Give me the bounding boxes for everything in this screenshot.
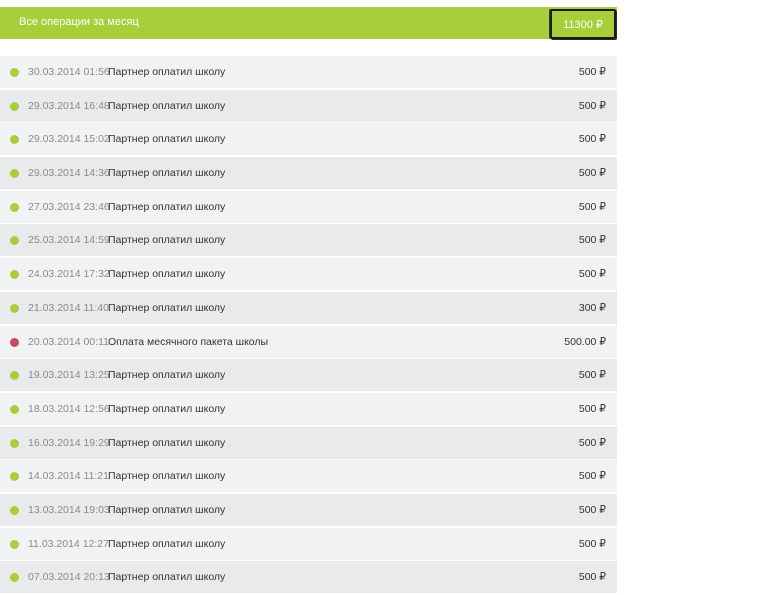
credit-status-dot-icon: [10, 101, 19, 111]
transaction-date: 29.03.2014 15:02: [28, 133, 110, 146]
transaction-description: Партнер оплатил школу: [108, 402, 226, 415]
transaction-date: 07.03.2014 20:13: [28, 571, 110, 584]
transaction-row: 30.03.2014 01:56 Партнер оплатил школу 500…: [0, 56, 617, 88]
transaction-date: 14.03.2014 11:21: [28, 470, 109, 483]
credit-status-dot-icon: [10, 303, 19, 313]
transaction-date: 24.03.2014 17:32: [28, 268, 110, 281]
transaction-row: 13.03.2014 19:03 Партнер оплатил школу 500…: [0, 493, 617, 526]
transaction-list: 30.03.2014 01:56 Партнер оплатил школу 500…: [0, 56, 617, 595]
transaction-row: 24.03.2014 17:32 Партнер оплатил школу 500…: [0, 258, 617, 291]
transaction-date: 27.03.2014 23:46: [28, 200, 110, 213]
debit-status-dot-icon: [10, 337, 19, 347]
credit-status-dot-icon: [10, 68, 19, 77]
credit-status-dot-icon: [10, 270, 19, 280]
transaction-date: 16.03.2014 19:29: [28, 436, 110, 449]
transaction-description: Партнер оплатил школу: [108, 200, 226, 213]
transaction-amount: 500 ₽: [578, 402, 606, 415]
transaction-row: 29.03.2014 14:36 Партнер оплатил школу 500…: [0, 157, 617, 190]
transaction-description: Партнер оплатил школу: [108, 133, 226, 146]
transaction-description: Партнер оплатил школу: [108, 66, 226, 78]
credit-status-dot-icon: [10, 236, 19, 246]
credit-status-dot-icon: [10, 573, 19, 583]
transaction-date: 29.03.2014 14:36: [28, 167, 110, 180]
transaction-date: 29.03.2014 16:48: [28, 99, 110, 112]
transaction-description: Партнер оплатил школу: [108, 301, 226, 314]
transaction-description: Партнер оплатил школу: [108, 503, 226, 516]
transaction-row: 29.03.2014 15:02 Партнер оплатил школу 500…: [0, 123, 617, 156]
transaction-amount: 500 ₽: [578, 99, 606, 112]
transaction-amount: 500 ₽: [578, 537, 606, 550]
transaction-amount: 500 ₽: [578, 470, 606, 483]
transaction-amount: 500 ₽: [578, 234, 606, 247]
transaction-amount: 500 ₽: [578, 436, 606, 449]
transaction-date: 11.03.2014 12:27: [28, 537, 109, 550]
transaction-amount: 500 ₽: [578, 369, 606, 382]
summary-total-highlight: 11300 ₽: [550, 9, 616, 39]
transaction-row: 18.03.2014 12:56 Партнер оплатил школу 500…: [0, 392, 617, 425]
transaction-amount: 500 ₽: [578, 200, 606, 213]
transaction-amount: 500 ₽: [578, 167, 606, 180]
credit-status-dot-icon: [10, 505, 19, 515]
summary-title: Все операции за месяц: [19, 16, 139, 28]
transaction-description: Партнер оплатил школу: [108, 436, 226, 449]
credit-status-dot-icon: [10, 438, 19, 448]
transaction-description: Партнер оплатил школу: [108, 369, 226, 382]
transaction-date: 21.03.2014 11:40: [28, 301, 109, 314]
transaction-row: 29.03.2014 16:48 Партнер оплатил школу 500…: [0, 89, 617, 122]
transaction-description: Партнер оплатил школу: [108, 99, 226, 112]
transaction-row: 21.03.2014 11:40 Партнер оплатил школу 300…: [0, 291, 617, 324]
transaction-date: 30.03.2014 01:56: [28, 66, 110, 78]
transaction-row: 27.03.2014 23:46 Партнер оплатил школу 500…: [0, 190, 617, 223]
transaction-description: Партнер оплатил школу: [108, 268, 226, 281]
transaction-date: 13.03.2014 19:03: [28, 503, 110, 516]
credit-status-dot-icon: [10, 472, 19, 482]
transaction-date: 18.03.2014 12:56: [28, 402, 110, 415]
transaction-description: Оплата месячного пакета школы: [108, 335, 269, 348]
transaction-amount: 500 ₽: [578, 503, 606, 516]
credit-status-dot-icon: [10, 135, 19, 145]
transaction-amount: 500.00 ₽: [564, 335, 606, 348]
transaction-row: 19.03.2014 13:25 Партнер оплатил школу 500…: [0, 359, 617, 392]
transaction-description: Партнер оплатил школу: [108, 167, 226, 180]
transaction-date: 19.03.2014 13:25: [28, 369, 110, 382]
transaction-amount: 500 ₽: [578, 133, 606, 146]
transaction-amount: 300 ₽: [578, 301, 606, 314]
transaction-row: 07.03.2014 20:13 Партнер оплатил школу 500…: [0, 561, 617, 594]
credit-status-dot-icon: [10, 202, 19, 212]
credit-status-dot-icon: [10, 404, 19, 414]
transaction-amount: 500 ₽: [578, 66, 606, 78]
transaction-row: 20.03.2014 00:11 Оплата месячного пакета …: [0, 325, 617, 358]
transaction-amount: 500 ₽: [578, 571, 606, 584]
transaction-description: Партнер оплатил школу: [108, 537, 226, 550]
transaction-description: Партнер оплатил школу: [108, 234, 226, 247]
transaction-row: 11.03.2014 12:27 Партнер оплатил школу 500…: [0, 527, 617, 560]
transaction-row: 25.03.2014 14:59 Партнер оплатил школу 500…: [0, 224, 617, 257]
transaction-description: Партнер оплатил школу: [108, 571, 226, 584]
transaction-date: 25.03.2014 14:59: [28, 234, 110, 247]
transaction-row: 16.03.2014 19:29 Партнер оплатил школу 500…: [0, 426, 617, 459]
transaction-description: Партнер оплатил школу: [108, 470, 226, 483]
credit-status-dot-icon: [10, 371, 19, 381]
transaction-date: 20.03.2014 00:11: [28, 335, 109, 348]
credit-status-dot-icon: [10, 539, 19, 549]
month-summary-bar: Все операции за месяц 11300 ₽: [0, 7, 617, 39]
transaction-row: 14.03.2014 11:21 Партнер оплатил школу 500…: [0, 460, 617, 493]
transaction-amount: 500 ₽: [578, 268, 606, 281]
summary-total-amount: 11300 ₽: [563, 19, 603, 31]
credit-status-dot-icon: [10, 169, 19, 179]
